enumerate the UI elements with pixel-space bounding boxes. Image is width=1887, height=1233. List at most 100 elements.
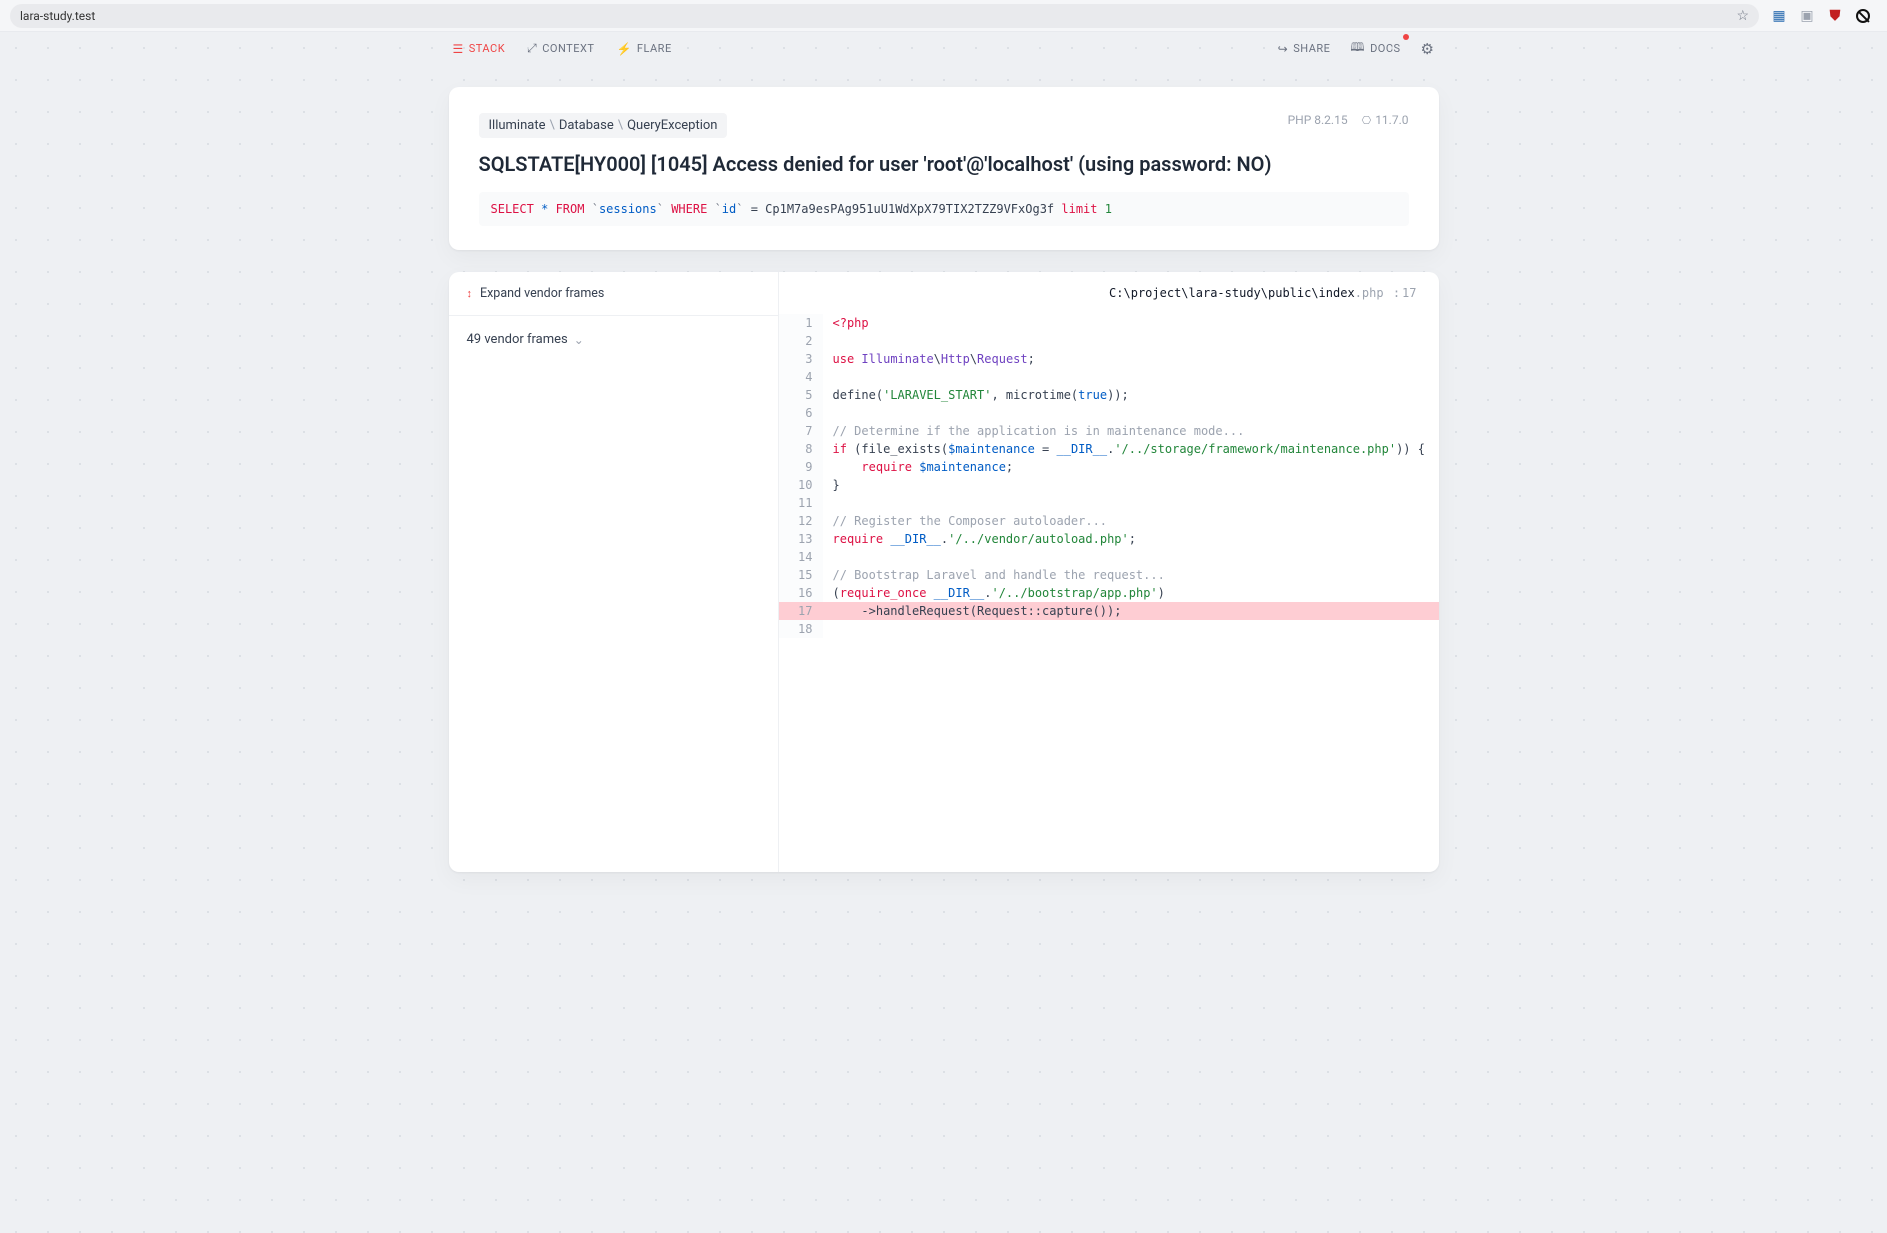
nav-share[interactable]: ↪ SHARE — [1278, 42, 1331, 56]
address-url: lara-study.test — [20, 9, 1736, 23]
line-number: 10 — [779, 476, 823, 494]
line-number: 7 — [779, 422, 823, 440]
line-number: 4 — [779, 368, 823, 386]
stack-pane: ↕ Expand vendor frames 49 vendor frames … — [449, 272, 1439, 872]
ns-part-2: QueryException — [627, 118, 717, 133]
line-number: 6 — [779, 404, 823, 422]
code-text — [823, 620, 1439, 638]
line-number: 16 — [779, 584, 823, 602]
source-file-header: C:\project\lara-study\public\index.php :… — [779, 272, 1439, 314]
line-number: 1 — [779, 314, 823, 332]
code-line: 17 ->handleRequest(Request::capture()); — [779, 602, 1439, 620]
source-file-ext: .php — [1355, 286, 1384, 300]
stack-icon: ☰ — [453, 42, 464, 56]
code-text: use Illuminate\Http\Request; — [823, 350, 1439, 368]
line-number: 2 — [779, 332, 823, 350]
flare-icon: ⚡ — [616, 42, 631, 56]
source-line-sep: : — [1386, 286, 1400, 300]
browser-address-bar: lara-study.test ☆ ▦ ▣ ⛊ — [0, 0, 1887, 32]
code-line: 3use Illuminate\Http\Request; — [779, 350, 1439, 368]
bookmark-star-icon[interactable]: ☆ — [1736, 8, 1749, 24]
code-line: 15// Bootstrap Laravel and handle the re… — [779, 566, 1439, 584]
ns-part-1: Database — [559, 118, 614, 133]
code-body: 1<?php23use Illuminate\Http\Request;45de… — [779, 314, 1439, 638]
docs-notification-dot — [1403, 34, 1409, 40]
code-text: // Register the Composer autoloader... — [823, 512, 1439, 530]
nav-docs[interactable]: 🕮 DOCS — [1350, 38, 1400, 59]
address-wrap[interactable]: lara-study.test ☆ — [10, 4, 1759, 28]
expand-icon: ↕ — [467, 287, 473, 300]
code-line: 2 — [779, 332, 1439, 350]
share-icon: ↪ — [1278, 42, 1289, 56]
line-number: 13 — [779, 530, 823, 548]
exception-namespace-chip: Illuminate\ Database\ QueryException — [479, 113, 728, 138]
line-number: 9 — [779, 458, 823, 476]
code-text: require $maintenance; — [823, 458, 1439, 476]
code-text: ->handleRequest(Request::capture()); — [823, 602, 1439, 620]
code-line: 11 — [779, 494, 1439, 512]
nav-flare-label: FLARE — [637, 42, 672, 55]
nav-stack[interactable]: ☰ STACK — [453, 41, 506, 56]
code-line: 10} — [779, 476, 1439, 494]
code-text — [823, 404, 1439, 422]
extension-icons: ▦ ▣ ⛊ — [1771, 8, 1877, 24]
ignition-top-nav: ☰ STACK ⤢ CONTEXT ⚡ FLARE ↪ SHARE 🕮 DOCS… — [449, 32, 1439, 65]
frame-list: ↕ Expand vendor frames 49 vendor frames … — [449, 272, 779, 872]
vendor-frames-row[interactable]: 49 vendor frames ⌄ — [449, 316, 778, 363]
exception-card: Illuminate\ Database\ QueryException PHP… — [449, 87, 1439, 250]
code-line: 7// Determine if the application is in m… — [779, 422, 1439, 440]
source-highlight-line: 17 — [1402, 286, 1416, 300]
code-text: require __DIR__.'/../vendor/autoload.php… — [823, 530, 1439, 548]
code-text: } — [823, 476, 1439, 494]
code-line: 14 — [779, 548, 1439, 566]
expand-vendor-frames[interactable]: ↕ Expand vendor frames — [449, 272, 778, 316]
code-line: 4 — [779, 368, 1439, 386]
line-number: 12 — [779, 512, 823, 530]
line-number: 15 — [779, 566, 823, 584]
line-number: 18 — [779, 620, 823, 638]
exception-title: SQLSTATE[HY000] [1045] Access denied for… — [479, 152, 1409, 176]
extension-block-icon[interactable] — [1855, 8, 1871, 24]
code-text — [823, 332, 1439, 350]
source-file-path: C:\project\lara-study\public\index — [1109, 286, 1355, 300]
line-number: 8 — [779, 440, 823, 458]
code-text — [823, 494, 1439, 512]
settings-gear-icon[interactable]: ⚙ — [1421, 40, 1435, 58]
laravel-icon: ⎔ — [1362, 114, 1372, 127]
code-line: 12// Register the Composer autoloader... — [779, 512, 1439, 530]
nav-share-label: SHARE — [1293, 42, 1330, 55]
nav-context[interactable]: ⤢ CONTEXT — [527, 41, 594, 56]
code-line: 16(require_once __DIR__.'/../bootstrap/a… — [779, 584, 1439, 602]
line-number: 14 — [779, 548, 823, 566]
code-line: 1<?php — [779, 314, 1439, 332]
line-number: 11 — [779, 494, 823, 512]
nav-stack-label: STACK — [469, 42, 505, 55]
nav-docs-label: DOCS — [1370, 42, 1400, 55]
expand-label: Expand vendor frames — [480, 286, 604, 301]
code-text: if (file_exists($maintenance = __DIR__.'… — [823, 440, 1439, 458]
code-text — [823, 548, 1439, 566]
sql-preview: SELECT * FROM `sessions` WHERE `id` = Cp… — [479, 192, 1409, 226]
code-text: define('LARAVEL_START', microtime(true))… — [823, 386, 1439, 404]
nav-context-label: CONTEXT — [542, 42, 594, 55]
code-text: (require_once __DIR__.'/../bootstrap/app… — [823, 584, 1439, 602]
code-line: 5define('LARAVEL_START', microtime(true)… — [779, 386, 1439, 404]
laravel-version: 11.7.0 — [1375, 113, 1408, 127]
line-number: 17 — [779, 602, 823, 620]
code-line: 9 require $maintenance; — [779, 458, 1439, 476]
code-text: <?php — [823, 314, 1439, 332]
expand-icon: ⤢ — [527, 41, 537, 56]
code-text: // Bootstrap Laravel and handle the requ… — [823, 566, 1439, 584]
vendor-count-label: 49 vendor frames — [467, 332, 568, 347]
php-version: PHP 8.2.15 — [1288, 113, 1348, 127]
extension-generic-icon[interactable]: ▣ — [1799, 8, 1815, 24]
extension-adblock-icon[interactable]: ⛊ — [1827, 8, 1843, 24]
code-line: 13require __DIR__.'/../vendor/autoload.p… — [779, 530, 1439, 548]
line-number: 5 — [779, 386, 823, 404]
nav-flare[interactable]: ⚡ FLARE — [616, 41, 671, 56]
code-text: // Determine if the application is in ma… — [823, 422, 1439, 440]
code-line: 18 — [779, 620, 1439, 638]
extension-apps-icon[interactable]: ▦ — [1771, 8, 1787, 24]
line-number: 3 — [779, 350, 823, 368]
chevron-down-icon: ⌄ — [574, 333, 584, 347]
